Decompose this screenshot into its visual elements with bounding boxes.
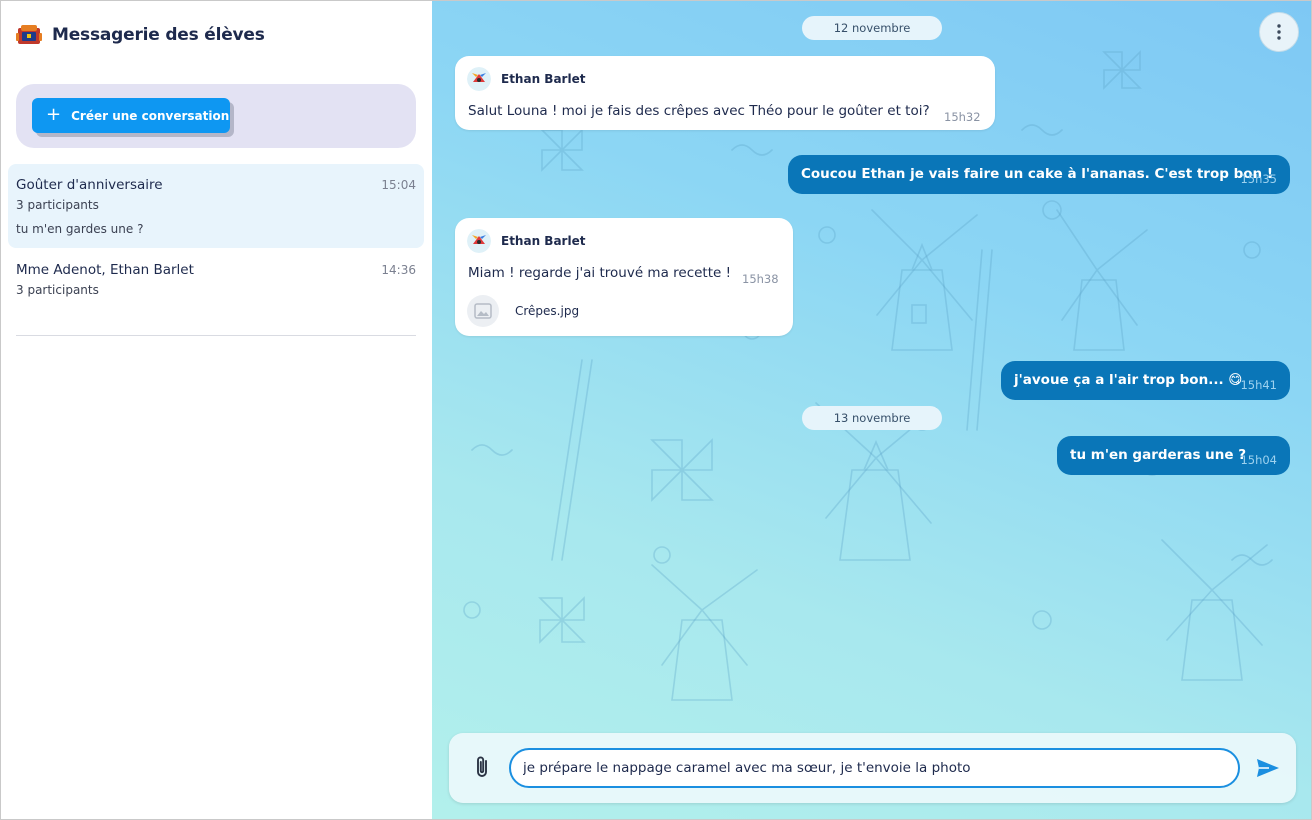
create-conversation-label: Créer une conversation [71,108,230,123]
message-text: Salut Louna ! moi je fais des crêpes ave… [468,103,930,119]
message-time: 15h04 [1240,453,1277,467]
conversation-time: 14:36 [381,263,416,277]
attachment-filename: Crêpes.jpg [515,304,580,318]
date-separator: 13 novembre [802,406,942,430]
message-composer [449,733,1296,803]
send-icon[interactable] [1255,757,1281,779]
conversation-time: 15:04 [381,178,416,192]
message-input[interactable] [509,748,1240,788]
outgoing-message: tu m'en garderas une ? 15h04 [1057,436,1290,475]
more-vertical-icon [1277,24,1281,40]
message-text: j'avoue ça a l'air trop bon... 😋 [1014,372,1243,388]
date-separator: 12 novembre [802,16,942,40]
message-time: 15h41 [1240,378,1277,392]
outgoing-message: j'avoue ça a l'air trop bon... 😋 15h41 [1001,361,1290,400]
message-text: Miam ! regarde j'ai trouvé ma recette ! [468,265,732,281]
conversation-sidebar: Messagerie des élèves + Créer une conver… [0,0,432,820]
paperclip-icon[interactable] [471,755,495,781]
avatar [467,229,491,253]
conversation-title: Goûter d'anniversaire [16,177,163,193]
message-time: 15h32 [944,110,981,124]
chat-panel: 12 novembre 13 novembre Ethan Barlet Sal… [432,0,1312,820]
create-conversation-panel: + Créer une conversation [16,84,416,148]
create-conversation-button[interactable]: + Créer une conversation [32,98,230,133]
chat-options-button[interactable] [1259,12,1299,52]
school-bag-logo-icon [16,25,42,44]
message-sender: Ethan Barlet [467,67,585,91]
message-time: 15h38 [742,272,779,286]
message-sender: Ethan Barlet [467,229,585,253]
conversation-item-gouter[interactable]: Goûter d'anniversaire 15:04 3 participan… [8,164,424,248]
attachment-link[interactable]: Crêpes.jpg [467,295,579,327]
conversation-title: Mme Adenot, Ethan Barlet [16,262,194,278]
incoming-message: Ethan Barlet Salut Louna ! moi je fais d… [455,56,995,130]
plus-icon: + [46,103,62,125]
message-time: 15h35 [1240,172,1277,186]
image-icon [467,295,499,327]
conversation-participants: 3 participants [16,283,99,297]
incoming-message: Ethan Barlet Miam ! regarde j'ai trouvé … [455,218,793,336]
app-title: Messagerie des élèves [52,25,265,45]
message-text: Coucou Ethan je vais faire un cake à l'a… [801,166,1273,182]
conversation-item-adenot[interactable]: Mme Adenot, Ethan Barlet 14:36 3 partici… [8,250,424,312]
sender-name: Ethan Barlet [501,72,586,86]
sidebar-divider [16,335,416,336]
message-text: tu m'en garderas une ? [1070,447,1247,463]
conversation-participants: 3 participants [16,198,99,212]
avatar [467,67,491,91]
conversation-preview: tu m'en gardes une ? [16,222,144,236]
app-header: Messagerie des élèves [16,22,265,48]
outgoing-message: Coucou Ethan je vais faire un cake à l'a… [788,155,1290,194]
sender-name: Ethan Barlet [501,234,586,248]
